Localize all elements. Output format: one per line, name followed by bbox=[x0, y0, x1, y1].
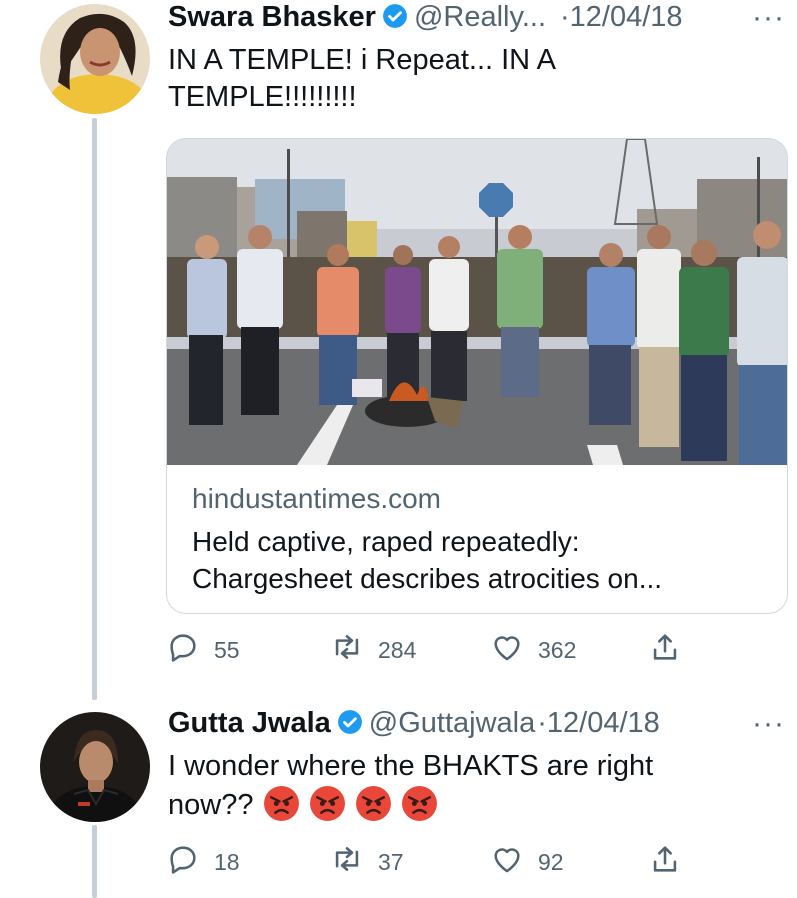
thread-line-bottom bbox=[92, 825, 97, 898]
author-name[interactable]: Gutta Jwala bbox=[168, 707, 331, 739]
retweet-button[interactable]: 37 bbox=[330, 842, 404, 882]
angry-face-emoji bbox=[355, 785, 392, 822]
link-card-domain: hindustantimes.com bbox=[192, 483, 442, 514]
angry-face-emoji bbox=[401, 785, 438, 822]
tweet-actions: 55 284 362 bbox=[166, 630, 706, 670]
retweet-count: 284 bbox=[378, 636, 417, 663]
tweet-actions: 18 37 92 bbox=[166, 842, 706, 882]
link-card[interactable]: hindustantimes.com Held captive, raped r… bbox=[166, 138, 788, 614]
tweet-text-line: IN A TEMPLE! i Repeat... IN A bbox=[168, 44, 556, 76]
author-handle[interactable]: @Really... bbox=[414, 1, 546, 33]
tweet-date[interactable]: ·12/04/18 bbox=[560, 1, 683, 33]
tweet-text-line-with-emoji: now?? bbox=[168, 785, 653, 824]
tweet-date[interactable]: ·12/04/18 bbox=[537, 707, 660, 739]
share-button[interactable] bbox=[648, 630, 682, 670]
reply-icon bbox=[166, 630, 200, 670]
more-options-icon[interactable]: ··· bbox=[752, 709, 785, 739]
link-card-title: Held captive, raped repeatedly: Chargesh… bbox=[192, 523, 772, 597]
reply-count: 18 bbox=[214, 848, 240, 875]
author-name[interactable]: Swara Bhasker bbox=[168, 1, 376, 33]
angry-face-emoji bbox=[309, 785, 346, 822]
verified-badge-icon bbox=[382, 3, 408, 29]
share-icon bbox=[648, 842, 682, 882]
like-count: 362 bbox=[538, 636, 577, 663]
like-icon bbox=[490, 630, 524, 670]
share-icon bbox=[648, 630, 682, 670]
like-count: 92 bbox=[538, 848, 564, 875]
retweet-button[interactable]: 284 bbox=[330, 630, 416, 670]
reply-icon bbox=[166, 842, 200, 882]
reply-button[interactable]: 55 bbox=[166, 630, 240, 670]
link-card-title-line: Chargesheet describes atrocities on... bbox=[192, 563, 663, 594]
link-card-photo[interactable] bbox=[167, 139, 787, 465]
avatar-swara-bhasker[interactable] bbox=[40, 4, 150, 114]
retweet-icon bbox=[330, 842, 364, 882]
tweet-text-line: now?? bbox=[168, 789, 254, 821]
tweet-text: IN A TEMPLE! i Repeat... IN A TEMPLE!!!!… bbox=[168, 42, 556, 116]
like-icon bbox=[490, 842, 524, 882]
reply-button[interactable]: 18 bbox=[166, 842, 240, 882]
angry-face-emoji bbox=[263, 785, 300, 822]
tweet-text-line: TEMPLE!!!!!!!!! bbox=[168, 81, 357, 113]
retweet-icon bbox=[330, 630, 364, 670]
like-button[interactable]: 92 bbox=[490, 842, 564, 882]
avatar-gutta-jwala[interactable] bbox=[40, 712, 150, 822]
like-button[interactable]: 362 bbox=[490, 630, 576, 670]
tweet-header: Swara Bhasker @Really... ·12/04/18 bbox=[168, 0, 683, 34]
author-handle[interactable]: @Guttajwala bbox=[369, 707, 535, 739]
verified-badge-icon bbox=[337, 709, 363, 735]
share-button[interactable] bbox=[648, 842, 682, 882]
retweet-count: 37 bbox=[378, 848, 404, 875]
thread-line-top bbox=[92, 118, 97, 700]
tweet-text-line: I wonder where the BHAKTS are right bbox=[168, 750, 654, 782]
reply-count: 55 bbox=[214, 636, 240, 663]
tweet-header: Gutta Jwala @Guttajwala·12/04/18 bbox=[168, 706, 660, 740]
tweet-text: I wonder where the BHAKTS are right now?… bbox=[168, 748, 653, 824]
more-options-icon[interactable]: ··· bbox=[752, 3, 785, 33]
link-card-title-line: Held captive, raped repeatedly: bbox=[192, 526, 580, 557]
